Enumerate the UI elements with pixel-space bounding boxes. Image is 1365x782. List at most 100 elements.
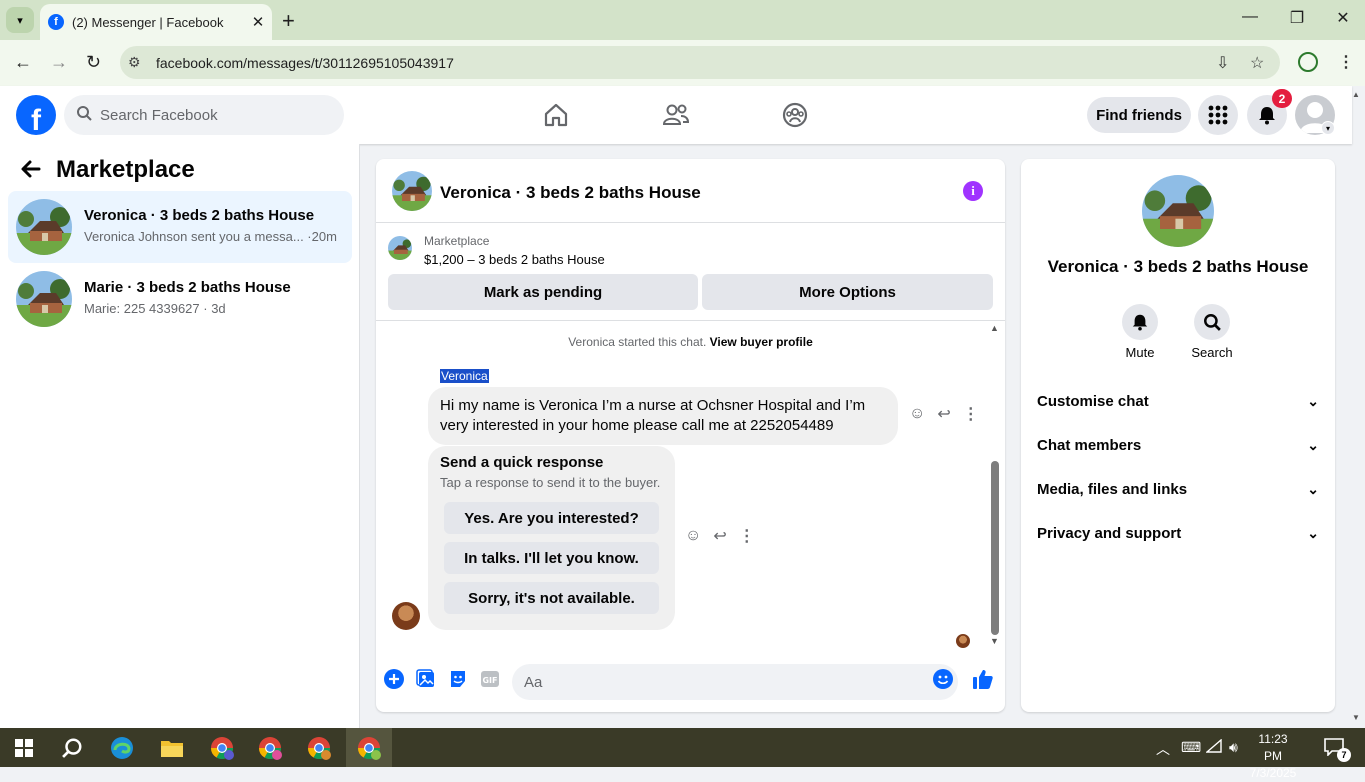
panel-title: Marketplace [56,156,195,183]
browser-menu-icon[interactable]: ⋮ [1338,52,1354,72]
conversation-item[interactable]: Veronica · 3 beds 2 baths House Veronica… [8,191,352,263]
chat-scrollbar[interactable] [991,461,999,635]
close-window-icon[interactable]: ✕ [1323,8,1363,28]
chevron-down-icon: ▾ [17,14,23,27]
quick-reply-button[interactable]: In talks. I'll let you know. [444,542,659,574]
add-plus-icon[interactable] [383,668,405,690]
clock-date: 7/3/2025 [1249,766,1297,780]
page-scroll-down-icon[interactable]: ▼ [1352,713,1360,722]
reply-icon[interactable]: ↩ [713,526,726,546]
windows-start-icon[interactable] [10,734,38,762]
minimize-icon[interactable]: — [1230,8,1270,26]
new-tab-button[interactable]: + [282,8,295,34]
url-text: facebook.com/messages/t/3011269510504391… [156,54,454,71]
sender-avatar[interactable] [392,602,420,630]
chat-scroll-up-icon[interactable]: ▲ [990,323,999,333]
conversation-item[interactable]: Marie · 3 beds 2 baths House Marie: 225 … [8,263,352,335]
bell-icon [1122,304,1158,340]
quick-response-card: Send a quick response Tap a response to … [428,446,675,630]
chrome-active-icon[interactable] [355,734,383,762]
reply-icon[interactable]: ↩ [937,404,950,424]
chat-details-panel: Veronica · 3 beds 2 baths House Mute Sea… [1021,159,1335,712]
photo-icon[interactable] [415,668,437,690]
page-scroll-up-icon[interactable]: ▲ [1352,90,1360,99]
quick-reply-button[interactable]: Yes. Are you interested? [444,502,659,534]
more-icon[interactable]: ⋮ [963,404,979,424]
forward-icon[interactable]: → [50,52,68,73]
facebook-search[interactable] [64,95,344,135]
seen-indicator-avatar [956,634,970,648]
chat-header: Veronica · 3 beds 2 baths House i [376,159,1005,223]
message-actions: ☺ ↩ ⋮ [909,404,979,424]
tray-chevron-up-icon[interactable]: ︿ [1156,739,1170,759]
facebook-favicon-icon: f [48,14,64,30]
browser-profile-icon[interactable] [1298,52,1318,72]
find-friends-button[interactable]: Find friends [1087,97,1191,133]
info-icon[interactable]: i [963,181,983,201]
reload-icon[interactable]: ↻ [86,52,101,73]
chrome-profile-a-icon[interactable] [208,734,236,762]
view-buyer-profile-link[interactable]: View buyer profile [710,335,813,349]
section-media-files-links[interactable]: Media, files and links ⌄ [1037,469,1319,509]
chevron-down-icon: ⌄ [1307,480,1319,497]
tab-search-button[interactable]: ▾ [6,7,34,33]
react-smiley-icon[interactable]: ☺ [909,405,925,423]
thumbs-up-icon[interactable] [972,668,994,690]
home-icon[interactable] [541,100,571,130]
more-icon[interactable]: ⋮ [739,526,755,546]
quick-reply-button[interactable]: Sorry, it's not available. [444,582,659,614]
chevron-down-icon: ⌄ [1307,524,1319,541]
edge-browser-icon[interactable] [108,734,136,762]
site-info-icon[interactable]: ⚙ [128,54,141,71]
file-explorer-icon[interactable] [158,734,186,762]
house-thumbnail [16,199,72,255]
listing-price[interactable]: $1,200 – 3 beds 2 baths House [424,252,605,267]
address-bar[interactable]: facebook.com/messages/t/3011269510504391… [120,46,1280,79]
sticker-icon[interactable] [447,668,469,690]
chevron-down-icon: ⌄ [1307,436,1319,453]
mute-label: Mute [1125,345,1155,360]
facebook-logo-icon[interactable]: f [16,95,56,135]
react-smiley-icon[interactable]: ☺ [685,527,701,545]
more-options-button[interactable]: More Options [702,274,993,310]
details-title: Veronica · 3 beds 2 baths House [1047,257,1309,276]
menu-grid-icon[interactable] [1198,95,1238,135]
message-bubble[interactable]: Hi my name is Veronica I’m a nurse at Oc… [428,387,898,445]
friends-icon[interactable] [661,100,691,130]
install-app-icon[interactable]: ⇩ [1216,53,1229,73]
chat-start-note: Veronica started this chat. View buyer p… [568,335,813,349]
taskbar-search-icon[interactable] [58,734,86,762]
maximize-icon[interactable]: ❐ [1277,8,1317,28]
house-thumbnail[interactable] [392,171,432,211]
message-input[interactable] [512,664,958,700]
chevron-down-icon[interactable]: ▾ [1321,121,1335,135]
search-conversation-button[interactable]: Search [1182,304,1242,360]
volume-icon[interactable]: 🔊︎ [1229,739,1238,756]
quick-response-subtitle: Tap a response to send it to the buyer. [440,475,661,490]
back-arrow-icon[interactable] [20,158,42,186]
search-input[interactable] [100,106,320,124]
network-icon[interactable] [1205,738,1222,756]
tab-close-icon[interactable]: ✕ [244,13,272,31]
chrome-profile-c-icon[interactable] [305,734,333,762]
gif-icon[interactable]: GIF [479,668,501,690]
section-customise-chat[interactable]: Customise chat ⌄ [1037,381,1319,421]
chrome-profile-b-icon[interactable] [256,734,284,762]
message-actions: ☺ ↩ ⋮ [685,526,755,546]
browser-tab[interactable]: f (2) Messenger | Facebook ✕ [40,4,272,40]
notification-count-badge: 7 [1337,748,1351,762]
search-icon [76,105,92,126]
system-clock[interactable]: 11:23 PM 7/3/2025 [1248,731,1298,782]
language-input-icon[interactable]: ⌨ [1181,739,1201,756]
groups-icon[interactable] [780,100,810,130]
chat-title[interactable]: Veronica · 3 beds 2 baths House [440,183,701,203]
back-icon[interactable]: ← [14,52,32,73]
bookmark-star-icon[interactable]: ☆ [1250,53,1264,73]
section-privacy-support[interactable]: Privacy and support ⌄ [1037,513,1319,553]
mute-button[interactable]: Mute [1110,304,1170,360]
mark-pending-button[interactable]: Mark as pending [388,274,698,310]
emoji-icon[interactable] [932,668,954,690]
chat-scroll-down-icon[interactable]: ▼ [990,636,999,646]
section-chat-members[interactable]: Chat members ⌄ [1037,425,1319,465]
chevron-down-icon: ⌄ [1307,392,1319,409]
